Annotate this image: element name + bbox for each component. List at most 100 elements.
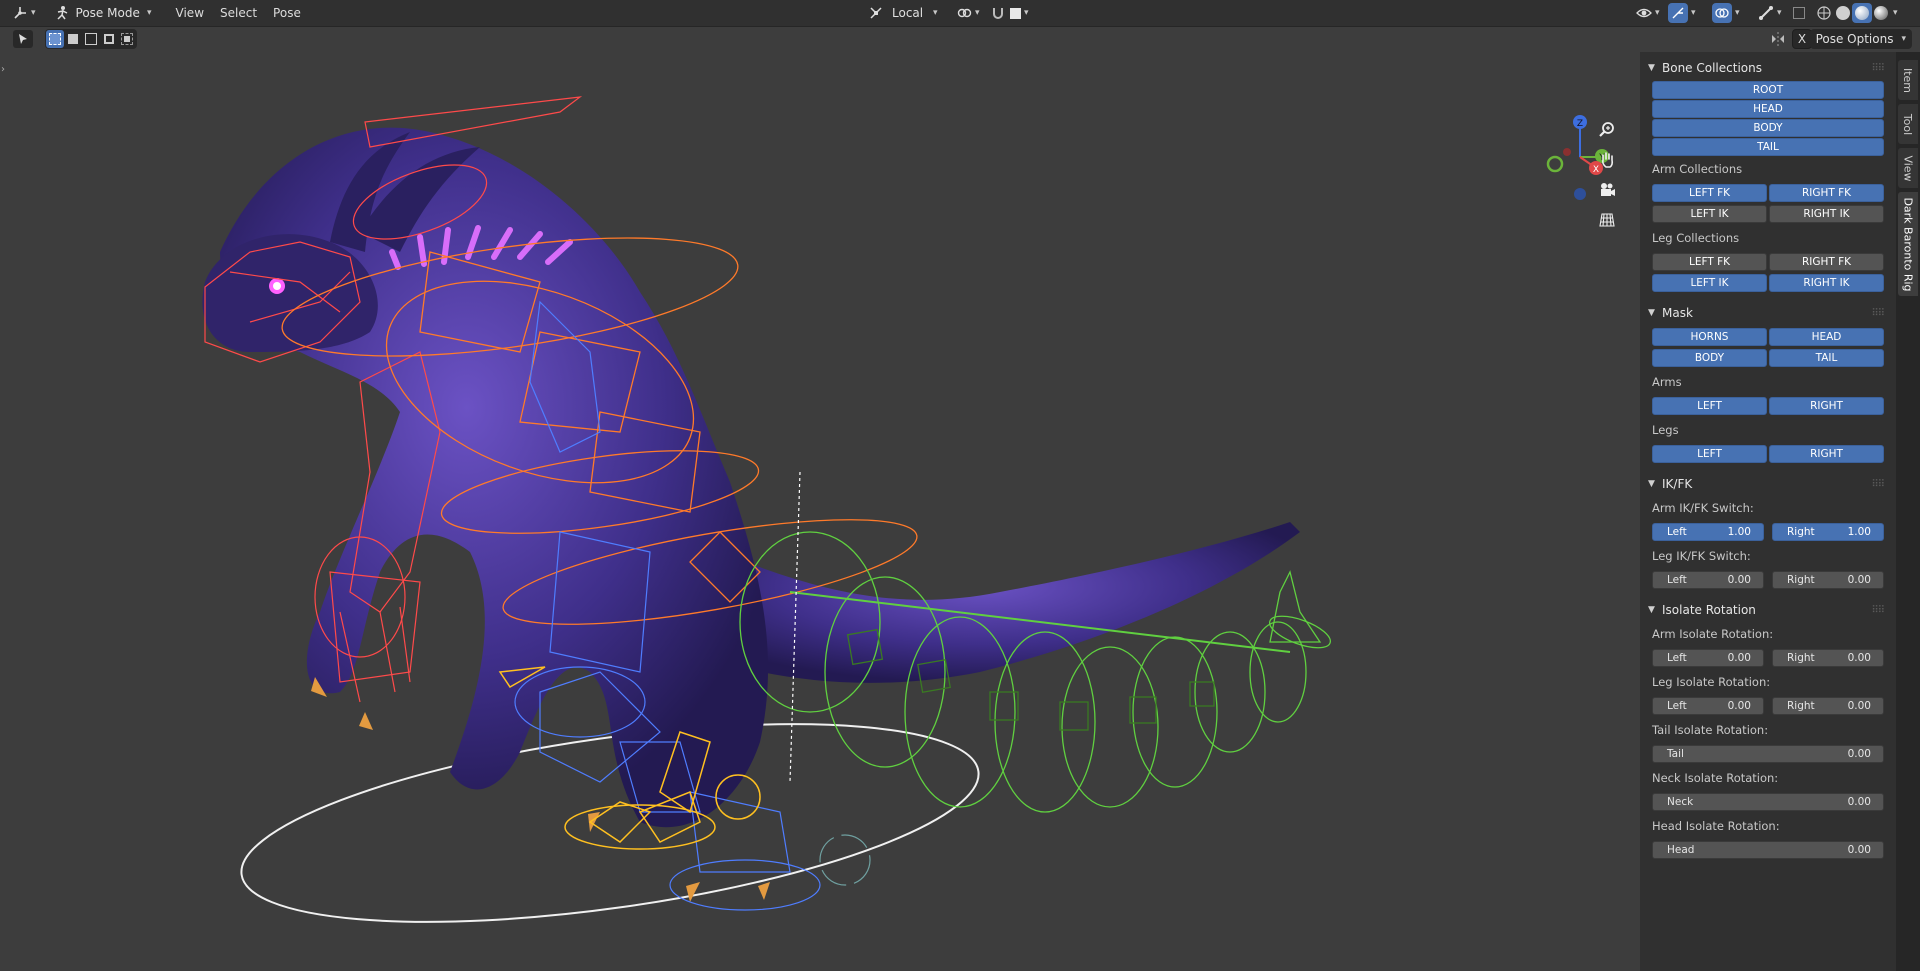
- arm-ikfk-left-field[interactable]: Left 1.00: [1652, 523, 1764, 541]
- xray-toggle[interactable]: [1788, 3, 1810, 23]
- mask-head-button[interactable]: HEAD: [1769, 328, 1884, 346]
- menu-view[interactable]: View: [168, 2, 212, 24]
- visibility-dropdown[interactable]: ▾: [1630, 2, 1666, 24]
- field-label: Right: [1787, 652, 1815, 664]
- overlays-icon: [1715, 8, 1729, 18]
- mask-body-button[interactable]: BODY: [1652, 349, 1767, 367]
- head-isolate-field[interactable]: Head 0.00: [1652, 841, 1884, 859]
- rendered-shading-icon[interactable]: [1874, 6, 1888, 20]
- field-value: 1.00: [1727, 526, 1751, 538]
- gizmo-toggle[interactable]: [1668, 3, 1688, 23]
- leg-isolate-right-field[interactable]: Right 0.00: [1772, 697, 1884, 715]
- perspective-toggle-button[interactable]: [1594, 207, 1620, 233]
- drag-grip-icon[interactable]: ⠿⠿: [1871, 63, 1885, 74]
- arm-isolate-left-field[interactable]: Left 0.00: [1652, 649, 1764, 667]
- isolate-rotation-header[interactable]: ▼ Isolate Rotation ⠿⠿: [1648, 598, 1885, 622]
- drag-grip-icon[interactable]: ⠿⠿: [1871, 479, 1885, 490]
- chevron-down-icon[interactable]: ▾: [1735, 8, 1740, 18]
- leg-ikfk-left-field[interactable]: Left 0.00: [1652, 571, 1764, 589]
- 3d-viewport[interactable]: › Z Y X: [0, 52, 1640, 971]
- ikfk-header[interactable]: ▼ IK/FK ⠿⠿: [1648, 472, 1885, 496]
- camera-view-button[interactable]: [1594, 177, 1620, 203]
- panel-title: Mask: [1662, 306, 1693, 320]
- arm-right-ik-button[interactable]: RIGHT IK: [1769, 205, 1884, 223]
- leg-right-fk-button[interactable]: RIGHT FK: [1769, 253, 1884, 271]
- mask-legs-left-button[interactable]: LEFT: [1652, 445, 1767, 463]
- selection-mode-group: [45, 29, 137, 49]
- tail-collection-button[interactable]: TAIL: [1652, 138, 1884, 156]
- leg-left-ik-button[interactable]: LEFT IK: [1652, 274, 1767, 292]
- collapse-arrow-icon: ▼: [1648, 63, 1655, 73]
- menu-select[interactable]: Select: [212, 2, 265, 24]
- arm-ikfk-right-field[interactable]: Right 1.00: [1772, 523, 1884, 541]
- tail-isolate-field[interactable]: Tail 0.00: [1652, 745, 1884, 763]
- mode-dropdown[interactable]: Pose Mode ▾: [48, 2, 158, 24]
- select-invert-button[interactable]: [100, 30, 118, 48]
- arm-isolate-right-field[interactable]: Right 0.00: [1772, 649, 1884, 667]
- wireframe-shading-icon[interactable]: [1816, 5, 1832, 21]
- bone-collections-header[interactable]: ▼ Bone Collections ⠿⠿: [1648, 56, 1885, 80]
- neck-isolate-field[interactable]: Neck 0.00: [1652, 793, 1884, 811]
- arm-left-ik-button[interactable]: LEFT IK: [1652, 205, 1767, 223]
- axes-icon: [14, 7, 26, 19]
- tab-item[interactable]: Item: [1898, 60, 1918, 100]
- tab-view[interactable]: View: [1898, 148, 1918, 188]
- mask-arms-right-button[interactable]: RIGHT: [1769, 397, 1884, 415]
- transform-orientation-dropdown[interactable]: Local ▾: [862, 2, 944, 24]
- mask-legs-right-button[interactable]: RIGHT: [1769, 445, 1884, 463]
- zoom-button[interactable]: [1594, 117, 1620, 143]
- select-intersect-button[interactable]: [118, 30, 136, 48]
- mask-row-2: BODY TAIL: [1652, 349, 1884, 367]
- editor-type-button[interactable]: ▾: [6, 2, 42, 24]
- overlay-toggle-group: ▾: [1712, 3, 1740, 23]
- neck-isolate-label: Neck Isolate Rotation:: [1652, 771, 1779, 785]
- active-tool-button[interactable]: [13, 30, 33, 48]
- drag-grip-icon[interactable]: ⠿⠿: [1871, 308, 1885, 319]
- field-label: Left: [1667, 574, 1687, 586]
- overlays-toggle[interactable]: [1712, 3, 1732, 23]
- body-collection-button[interactable]: BODY: [1652, 119, 1884, 137]
- leg-right-ik-button[interactable]: RIGHT IK: [1769, 274, 1884, 292]
- solid-shading-icon[interactable]: [1836, 6, 1850, 20]
- sidebar-tabs: Item Tool View Dark Baronto Rig: [1896, 52, 1920, 971]
- pose-options-dropdown[interactable]: Pose Options ▾: [1809, 29, 1912, 49]
- material-shading-toggle[interactable]: [1852, 3, 1872, 23]
- leg-isolate-row: Left 0.00 Right 0.00: [1652, 697, 1884, 715]
- gizmo-neg-y-axis[interactable]: [1546, 155, 1564, 173]
- gizmo-neg-x-axis[interactable]: [1563, 148, 1571, 156]
- field-value: 0.00: [1847, 574, 1871, 586]
- tab-label: Item: [1901, 67, 1915, 93]
- select-new-button[interactable]: [46, 30, 64, 48]
- bone-overlay-dropdown[interactable]: ▾: [1752, 2, 1788, 24]
- arm-left-fk-button[interactable]: LEFT FK: [1652, 184, 1767, 202]
- head-collection-button[interactable]: HEAD: [1652, 100, 1884, 118]
- tail-row: TAIL: [1652, 138, 1884, 156]
- mask-header[interactable]: ▼ Mask ⠿⠿: [1648, 301, 1885, 325]
- root-collection-button[interactable]: ROOT: [1652, 81, 1884, 99]
- select-extend-button[interactable]: [64, 30, 82, 48]
- leg-isolate-label: Leg Isolate Rotation:: [1652, 675, 1771, 689]
- select-intersect-icon: [121, 33, 133, 45]
- tab-tool[interactable]: Tool: [1898, 104, 1918, 144]
- leg-left-fk-button[interactable]: LEFT FK: [1652, 253, 1767, 271]
- leg-isolate-left-field[interactable]: Left 0.00: [1652, 697, 1764, 715]
- hand-icon: [1602, 152, 1614, 168]
- gizmo-neg-z-axis[interactable]: [1574, 188, 1586, 200]
- chevron-down-icon[interactable]: ▾: [1893, 8, 1898, 18]
- pivot-point-dropdown[interactable]: ▾: [950, 2, 986, 24]
- drag-grip-icon[interactable]: ⠿⠿: [1871, 605, 1885, 616]
- leg-ikfk-right-field[interactable]: Right 0.00: [1772, 571, 1884, 589]
- tab-dark-baronto-rig[interactable]: Dark Baronto Rig: [1898, 192, 1918, 296]
- select-subtract-button[interactable]: [82, 30, 100, 48]
- tab-label: Dark Baronto Rig: [1901, 196, 1915, 292]
- arm-right-fk-button[interactable]: RIGHT FK: [1769, 184, 1884, 202]
- mask-arms-left-button[interactable]: LEFT: [1652, 397, 1767, 415]
- field-label: Right: [1787, 574, 1815, 586]
- mask-tail-button[interactable]: TAIL: [1769, 349, 1884, 367]
- snap-target-dropdown[interactable]: ▾: [1004, 2, 1035, 24]
- mask-horns-button[interactable]: HORNS: [1652, 328, 1767, 346]
- pan-button[interactable]: [1594, 147, 1620, 173]
- menu-pose[interactable]: Pose: [265, 2, 309, 24]
- pose-options-label: Pose Options: [1815, 32, 1894, 46]
- chevron-down-icon[interactable]: ▾: [1691, 8, 1696, 18]
